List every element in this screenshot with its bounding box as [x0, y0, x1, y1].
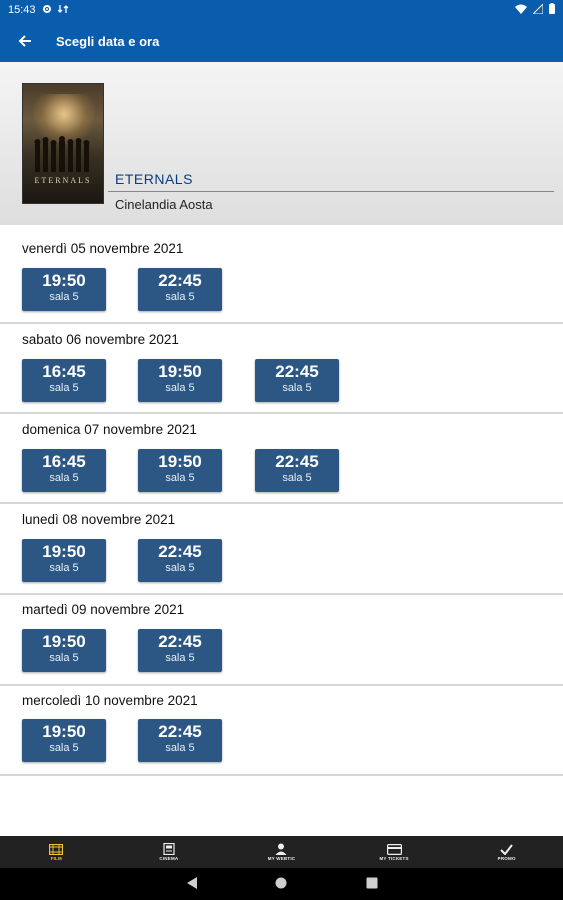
page-title: Scegli data e ora — [56, 33, 160, 49]
nav-item-cinema[interactable]: CINEMA — [113, 836, 226, 868]
signal-off-icon — [531, 2, 544, 17]
person-icon — [275, 843, 287, 855]
day-label: martedì 09 novembre 2021 — [22, 602, 185, 617]
arrow-back-icon — [18, 35, 31, 47]
showtime-time: 22:45 — [158, 542, 202, 561]
cinema-name: Cinelandia Aosta — [115, 197, 213, 212]
system-nav-bar — [0, 868, 563, 900]
wifi-icon — [515, 4, 527, 17]
showtime-button[interactable]: 16:45 sala 5 — [22, 449, 106, 492]
status-time: 15:43 — [8, 4, 36, 16]
movie-poster: ETERNALS — [22, 83, 104, 204]
film-icon — [49, 843, 64, 855]
day-divider — [0, 502, 563, 504]
showtime-room: sala 5 — [165, 472, 195, 484]
nav-label: CINEMA — [159, 856, 179, 861]
showtime-button[interactable]: 22:45 sala 5 — [255, 359, 339, 402]
showtime-room: sala 5 — [49, 291, 79, 303]
nav-item-promo[interactable]: PROMO — [450, 836, 563, 868]
showtime-time: 22:45 — [158, 632, 202, 651]
showtime-time: 19:50 — [42, 722, 86, 741]
showtime-button[interactable]: 19:50 sala 5 — [22, 629, 106, 672]
app-bar: Scegli data e ora — [0, 20, 563, 62]
cinema-icon — [163, 843, 175, 855]
battery-icon — [549, 3, 555, 17]
back-button[interactable] — [0, 20, 50, 62]
showtime-room: sala 5 — [165, 382, 195, 394]
nav-label: MY TICKETS — [379, 855, 409, 861]
showtime-room: sala 5 — [165, 562, 195, 574]
status-bar: 15:43 — [0, 0, 563, 20]
showtime-button[interactable]: 16:45 sala 5 — [22, 359, 106, 402]
home-circle-icon[interactable] — [275, 876, 287, 890]
network-activity-icon — [57, 4, 69, 17]
showtime-room: sala 5 — [49, 562, 79, 574]
showtime-button[interactable]: 22:45 sala 5 — [138, 629, 222, 672]
showtime-time: 22:45 — [158, 722, 202, 741]
bottom-nav: FILM CINEMA MY WEBTIC MY TICKETS PROMO — [0, 836, 563, 868]
showtime-time: 16:45 — [42, 452, 86, 471]
day-label: mercoledì 10 novembre 2021 — [22, 693, 198, 708]
day-label: sabato 06 novembre 2021 — [22, 332, 179, 347]
showtime-time: 22:45 — [275, 362, 319, 381]
nav-item-film[interactable]: FILM — [0, 836, 113, 868]
day-divider — [0, 774, 563, 776]
nav-item-my-webtic[interactable]: MY WEBTIC — [225, 836, 338, 868]
day-divider — [0, 684, 563, 686]
nav-item-my-tickets[interactable]: MY TICKETS — [338, 836, 451, 868]
day-label: domenica 07 novembre 2021 — [22, 422, 197, 437]
showtime-time: 19:50 — [158, 452, 202, 471]
movie-title: ETERNALS — [115, 171, 193, 187]
showtime-button[interactable]: 19:50 sala 5 — [138, 449, 222, 492]
showtime-time: 16:45 — [42, 362, 86, 381]
recents-square-icon[interactable] — [366, 876, 378, 890]
movie-header: ETERNALS ETERNALS Cinelandia Aosta — [0, 62, 563, 225]
poster-title: ETERNALS — [34, 176, 92, 185]
showtime-button[interactable]: 19:50 sala 5 — [22, 719, 106, 762]
showtime-room: sala 5 — [49, 382, 79, 394]
nav-label: MY WEBTIC — [267, 856, 296, 861]
day-label: lunedì 08 novembre 2021 — [22, 512, 176, 527]
showtime-time: 19:50 — [42, 542, 86, 561]
showtime-time: 19:50 — [42, 271, 86, 290]
showtime-button[interactable]: 22:45 sala 5 — [138, 719, 222, 762]
back-triangle-icon[interactable] — [186, 876, 198, 890]
nav-label: PROMO — [497, 855, 516, 861]
day-divider — [0, 412, 563, 414]
showtime-time: 22:45 — [158, 271, 202, 290]
showtime-room: sala 5 — [282, 472, 312, 484]
showtime-time: 22:45 — [275, 452, 319, 471]
check-icon — [500, 843, 513, 855]
showtime-button[interactable]: 19:50 sala 5 — [22, 539, 106, 582]
showtime-room: sala 5 — [282, 382, 312, 394]
showtime-room: sala 5 — [165, 742, 195, 754]
showtime-room: sala 5 — [49, 652, 79, 664]
showtime-button[interactable]: 22:45 sala 5 — [138, 539, 222, 582]
title-divider — [108, 191, 554, 192]
showtime-button[interactable]: 22:45 sala 5 — [255, 449, 339, 492]
showtime-button[interactable]: 22:45 sala 5 — [138, 268, 222, 311]
showtime-button[interactable]: 19:50 sala 5 — [22, 268, 106, 311]
day-divider — [0, 322, 563, 324]
showtime-room: sala 5 — [49, 472, 79, 484]
showtime-time: 19:50 — [42, 632, 86, 651]
day-divider — [0, 593, 563, 595]
nav-label: FILM — [50, 855, 62, 861]
ticket-card-icon — [386, 843, 402, 855]
settings-icon — [42, 4, 52, 17]
showtime-time: 19:50 — [158, 362, 202, 381]
day-label: venerdì 05 novembre 2021 — [22, 241, 184, 256]
showtime-room: sala 5 — [165, 652, 195, 664]
showtime-room: sala 5 — [49, 742, 79, 754]
showtime-button[interactable]: 19:50 sala 5 — [138, 359, 222, 402]
showtime-room: sala 5 — [165, 291, 195, 303]
